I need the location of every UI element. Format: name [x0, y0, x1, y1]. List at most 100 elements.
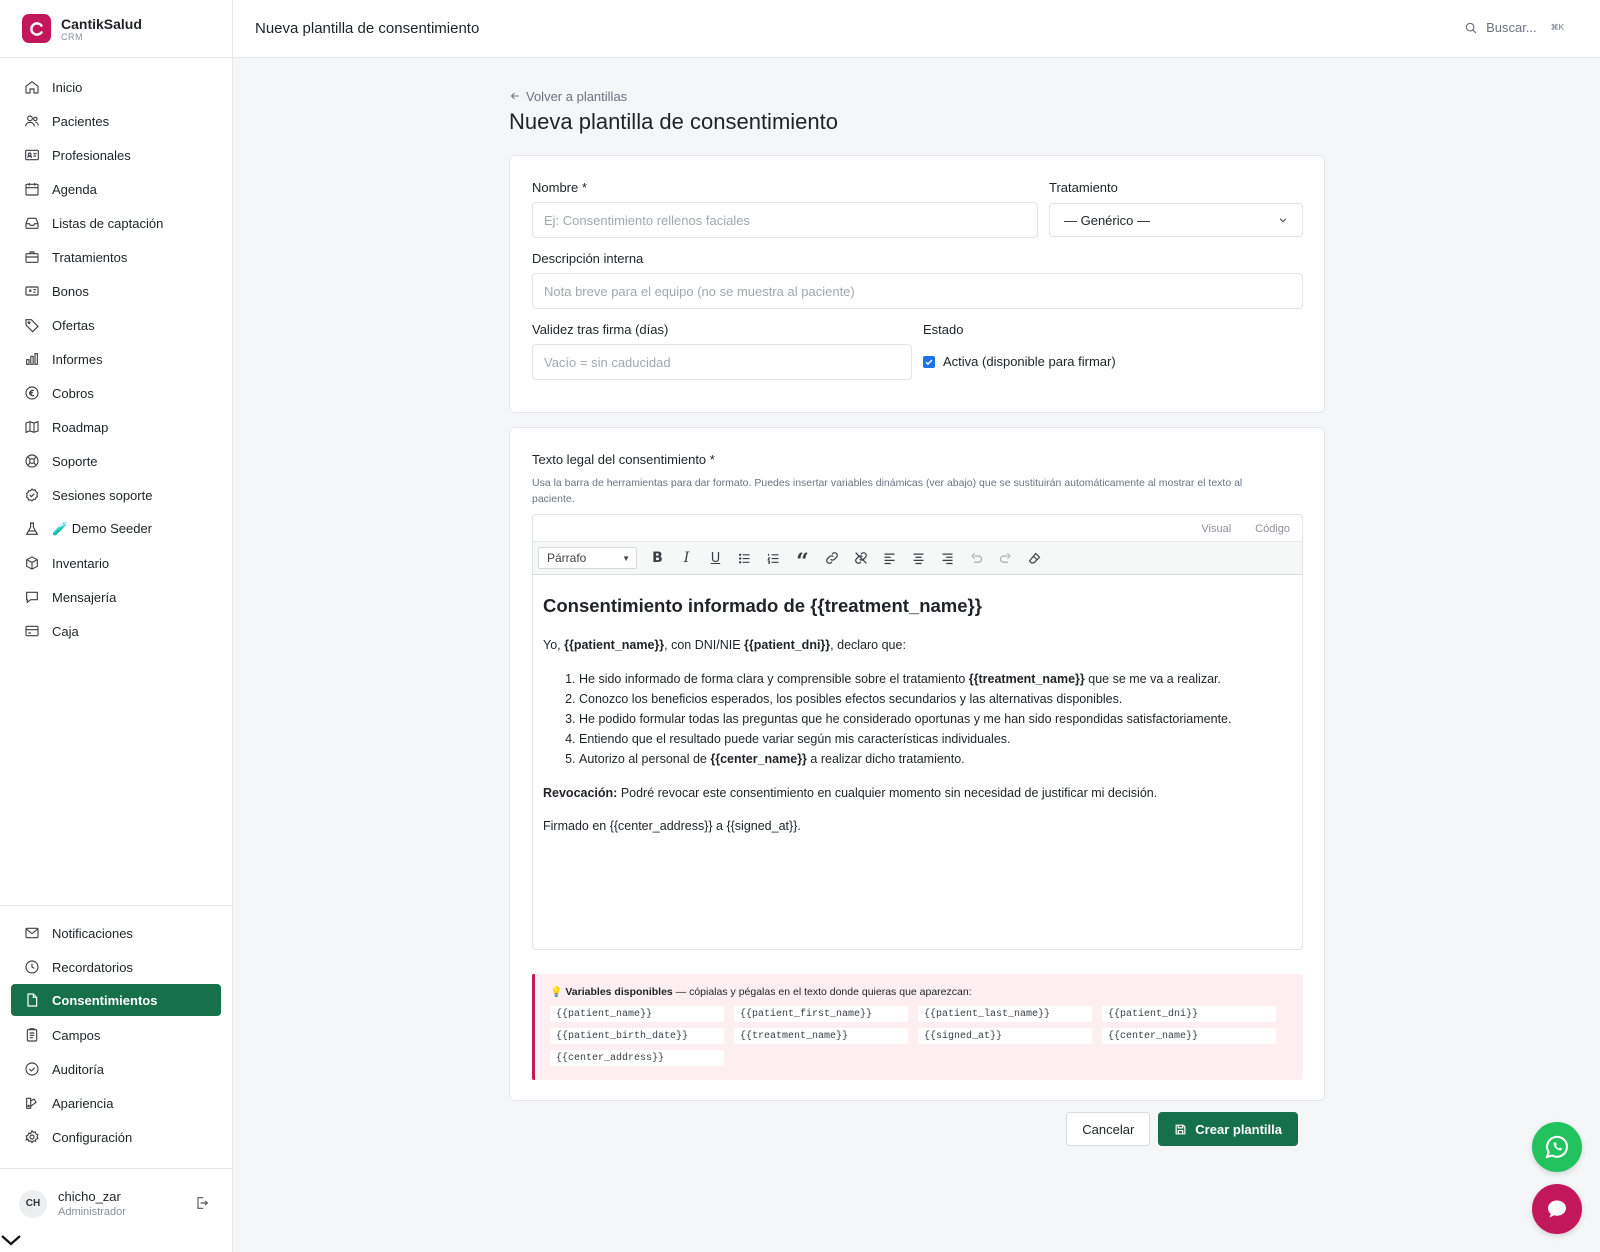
align-left-icon[interactable] — [875, 544, 904, 572]
numbered-list-icon[interactable] — [759, 544, 788, 572]
sidebar-item-cobros[interactable]: Cobros — [0, 376, 232, 410]
badge-check-icon — [23, 486, 41, 504]
list-item: He podido formular todas las preguntas q… — [579, 709, 1292, 729]
bold-icon[interactable]: B — [643, 544, 672, 572]
ticket-icon — [23, 282, 41, 300]
tab-visual[interactable]: Visual — [1189, 523, 1243, 535]
sidebar-item-agenda[interactable]: Agenda — [0, 172, 232, 206]
format-select[interactable]: Párrafo ▼ — [538, 547, 637, 569]
sidebar-item-campos[interactable]: Campos — [0, 1018, 232, 1052]
sidebar-item-apariencia[interactable]: Apariencia — [0, 1086, 232, 1120]
variable-chip[interactable]: {{signed_at}} — [918, 1028, 1092, 1044]
sidebar-item-auditoria[interactable]: Auditoría — [0, 1052, 232, 1086]
sidebar-item-bonos[interactable]: Bonos — [0, 274, 232, 308]
id-card-icon — [23, 146, 41, 164]
doc-signed: Firmado en {{center_address}} a {{signed… — [543, 819, 801, 833]
sidebar-item-label: Notificaciones — [52, 925, 133, 941]
link-icon[interactable] — [817, 544, 846, 572]
sidebar-item-mensajeria[interactable]: Mensajería — [0, 580, 232, 614]
sidebar-item-caja[interactable]: Caja — [0, 614, 232, 648]
editor-content[interactable]: Consentimiento informado de {{treatment_… — [543, 595, 1292, 850]
brand-name: CantikSalud — [61, 15, 142, 32]
variable-chip[interactable]: {{patient_last_name}} — [918, 1006, 1092, 1022]
flask-icon — [23, 520, 41, 538]
cancel-button[interactable]: Cancelar — [1066, 1112, 1151, 1146]
name-input[interactable] — [532, 202, 1038, 238]
sidebar-item-ofertas[interactable]: Ofertas — [0, 308, 232, 342]
chevron-down-icon — [1278, 215, 1288, 225]
sidebar-item-soporte[interactable]: Soporte — [0, 444, 232, 478]
variable-chip[interactable]: {{center_name}} — [1102, 1028, 1276, 1044]
chat-button[interactable] — [1532, 1184, 1582, 1234]
variable-chip[interactable]: {{patient_birth_date}} — [550, 1028, 724, 1044]
eraser-icon[interactable] — [1020, 544, 1049, 572]
doc-heading: Consentimiento informado de {{treatment_… — [543, 595, 982, 616]
unlink-icon[interactable] — [846, 544, 875, 572]
sidebar-item-profesionales[interactable]: Profesionales — [0, 138, 232, 172]
sidebar-item-configuracion[interactable]: Configuración — [0, 1120, 232, 1154]
sidebar-item-listas-captacion[interactable]: Listas de captación — [0, 206, 232, 240]
italic-icon[interactable]: I — [672, 544, 701, 572]
undo-icon[interactable] — [962, 544, 991, 572]
blockquote-icon[interactable]: “ — [788, 544, 817, 573]
global-search[interactable]: Buscar... ⌘K — [1464, 20, 1564, 35]
variable-chip[interactable]: {{patient_dni}} — [1102, 1006, 1276, 1022]
align-right-icon[interactable] — [933, 544, 962, 572]
sidebar-item-tratamientos[interactable]: Tratamientos — [0, 240, 232, 274]
sidebar-item-label: Configuración — [52, 1129, 133, 1145]
doc-text: Yo, — [543, 638, 565, 652]
chevron-down-icon[interactable] — [0, 1233, 24, 1252]
variable-chip[interactable]: {{patient_name}} — [550, 1006, 724, 1022]
sidebar-item-sesiones-soporte[interactable]: Sesiones soporte — [0, 478, 232, 512]
variable-chip[interactable]: {{center_address}} — [550, 1050, 724, 1066]
align-center-icon[interactable] — [904, 544, 933, 572]
editor-toolbar: Párrafo ▼ B I U “ — [533, 541, 1302, 575]
sidebar-item-roadmap[interactable]: Roadmap — [0, 410, 232, 444]
doc-text: He sido informado de forma clara y compr… — [579, 672, 969, 686]
topbar-title: Nueva plantilla de consentimiento — [255, 20, 480, 37]
underline-icon[interactable]: U — [701, 544, 730, 572]
validity-input[interactable] — [532, 344, 912, 380]
sidebar-item-consentimientos[interactable]: Consentimientos — [11, 984, 221, 1016]
doc-text: , declaro que: — [830, 638, 906, 652]
lifebuoy-icon — [23, 452, 41, 470]
redo-icon[interactable] — [991, 544, 1020, 572]
file-icon — [23, 991, 41, 1009]
page-title: Nueva plantilla de consentimiento — [509, 109, 838, 134]
sidebar-item-inventario[interactable]: Inventario — [0, 546, 232, 580]
logout-icon[interactable] — [194, 1195, 210, 1216]
sidebar-item-demo-seeder[interactable]: 🧪 Demo Seeder — [0, 512, 232, 546]
tab-code[interactable]: Código — [1243, 523, 1302, 535]
bar-chart-icon — [23, 350, 41, 368]
treatment-select[interactable]: — Genérico — — [1049, 203, 1303, 237]
variable-chip[interactable]: {{treatment_name}} — [734, 1028, 908, 1044]
treatment-label: Tratamiento — [1049, 180, 1118, 195]
page-content: Volver a plantillas Nueva plantilla de c… — [509, 87, 1325, 1101]
bottom-nav: Notificaciones Recordatorios Consentimie… — [0, 905, 232, 1154]
sidebar: CantikSalud CRM Inicio Pacientes Profesi… — [0, 0, 233, 1252]
whatsapp-button[interactable] — [1532, 1122, 1582, 1172]
sidebar-item-label: Campos — [52, 1027, 101, 1043]
bullet-list-icon[interactable] — [730, 544, 759, 572]
doc-text: Podré revocar este consentimiento en cua… — [617, 786, 1158, 800]
variable-chip[interactable]: {{patient_first_name}} — [734, 1006, 908, 1022]
variables-grid: {{patient_name}} {{patient_first_name}} … — [550, 1006, 1276, 1066]
home-icon — [23, 78, 41, 96]
doc-text: , con DNI/NIE — [664, 638, 745, 652]
avatar[interactable]: CH — [19, 1189, 47, 1218]
doc-variable: {{patient_dni}} — [744, 638, 831, 652]
sidebar-item-recordatorios[interactable]: Recordatorios — [0, 950, 232, 984]
back-link[interactable]: Volver a plantillas — [509, 87, 1325, 105]
sidebar-item-label: Inventario — [52, 555, 110, 571]
description-input[interactable] — [532, 273, 1303, 309]
sidebar-item-notificaciones[interactable]: Notificaciones — [0, 916, 232, 950]
sidebar-item-informes[interactable]: Informes — [0, 342, 232, 376]
sidebar-item-inicio[interactable]: Inicio — [0, 70, 232, 104]
list-item: Entiendo que el resultado puede variar s… — [579, 729, 1292, 749]
create-template-button[interactable]: Crear plantilla — [1158, 1112, 1298, 1146]
active-checkbox[interactable]: Activa (disponible para firmar) — [923, 354, 1116, 369]
brand[interactable]: CantikSalud CRM — [0, 0, 232, 58]
sidebar-item-pacientes[interactable]: Pacientes — [0, 104, 232, 138]
search-label: Buscar... — [1486, 20, 1537, 35]
search-shortcut: ⌘K — [1550, 23, 1564, 32]
